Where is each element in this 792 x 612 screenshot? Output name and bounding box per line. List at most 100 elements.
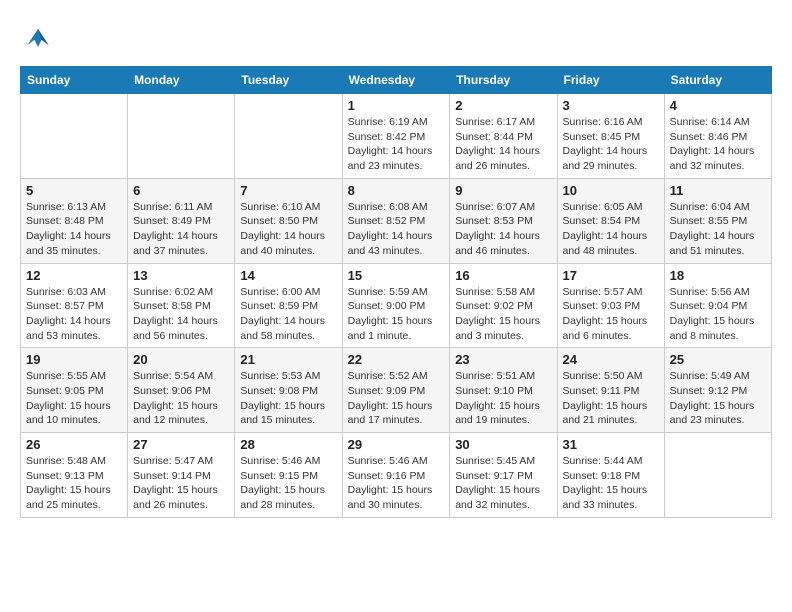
page-header [20, 20, 772, 56]
calendar-cell [21, 94, 128, 179]
day-info: Sunrise: 5:52 AM Sunset: 9:09 PM Dayligh… [348, 369, 445, 428]
day-number: 22 [348, 352, 445, 367]
week-row-5: 26 Sunrise: 5:48 AM Sunset: 9:13 PM Dayli… [21, 433, 772, 518]
day-info: Sunrise: 6:11 AM Sunset: 8:49 PM Dayligh… [133, 200, 229, 259]
calendar-cell: 2 Sunrise: 6:17 AM Sunset: 8:44 PM Daylig… [450, 94, 557, 179]
week-row-4: 19 Sunrise: 5:55 AM Sunset: 9:05 PM Dayli… [21, 348, 772, 433]
logo-icon [20, 20, 56, 56]
calendar-cell: 29Sunrise: 5:46 AM Sunset: 9:16 PM Dayli… [342, 433, 450, 518]
calendar-cell: 27 Sunrise: 5:47 AM Sunset: 9:14 PM Dayli… [128, 433, 235, 518]
calendar-cell [235, 94, 342, 179]
day-info: Sunrise: 5:44 AM Sunset: 9:18 PM Dayligh… [563, 454, 659, 513]
day-number: 23 [455, 352, 551, 367]
day-info: Sunrise: 6:10 AM Sunset: 8:50 PM Dayligh… [240, 200, 336, 259]
calendar-cell: 10Sunrise: 6:05 AM Sunset: 8:54 PM Dayli… [557, 178, 664, 263]
column-header-monday: Monday [128, 67, 235, 94]
day-info: Sunrise: 6:05 AM Sunset: 8:54 PM Dayligh… [563, 200, 659, 259]
day-number: 4 [670, 98, 766, 113]
day-number: 19 [26, 352, 122, 367]
day-number: 5 [26, 183, 122, 198]
calendar-cell: 11Sunrise: 6:04 AM Sunset: 8:55 PM Dayli… [664, 178, 771, 263]
calendar-cell: 13 Sunrise: 6:02 AM Sunset: 8:58 PM Dayli… [128, 263, 235, 348]
day-info: Sunrise: 6:19 AM Sunset: 8:42 PM Dayligh… [348, 115, 445, 174]
day-number: 15 [348, 268, 445, 283]
day-number: 13 [133, 268, 229, 283]
calendar-cell: 20 Sunrise: 5:54 AM Sunset: 9:06 PM Dayli… [128, 348, 235, 433]
week-row-2: 5 Sunrise: 6:13 AM Sunset: 8:48 PM Daylig… [21, 178, 772, 263]
week-row-1: 1 Sunrise: 6:19 AM Sunset: 8:42 PM Daylig… [21, 94, 772, 179]
day-number: 20 [133, 352, 229, 367]
day-info: Sunrise: 6:02 AM Sunset: 8:58 PM Dayligh… [133, 285, 229, 344]
day-info: Sunrise: 6:07 AM Sunset: 8:53 PM Dayligh… [455, 200, 551, 259]
day-info: Sunrise: 5:58 AM Sunset: 9:02 PM Dayligh… [455, 285, 551, 344]
day-number: 26 [26, 437, 122, 452]
week-row-3: 12 Sunrise: 6:03 AM Sunset: 8:57 PM Dayli… [21, 263, 772, 348]
day-info: Sunrise: 5:46 AM Sunset: 9:15 PM Dayligh… [240, 454, 336, 513]
calendar-table: SundayMondayTuesdayWednesdayThursdayFrid… [20, 66, 772, 518]
day-number: 29 [348, 437, 445, 452]
day-info: Sunrise: 6:13 AM Sunset: 8:48 PM Dayligh… [26, 200, 122, 259]
calendar-cell: 22 Sunrise: 5:52 AM Sunset: 9:09 PM Dayli… [342, 348, 450, 433]
day-info: Sunrise: 5:55 AM Sunset: 9:05 PM Dayligh… [26, 369, 122, 428]
day-info: Sunrise: 5:53 AM Sunset: 9:08 PM Dayligh… [240, 369, 336, 428]
logo [20, 20, 60, 56]
day-info: Sunrise: 5:50 AM Sunset: 9:11 PM Dayligh… [563, 369, 659, 428]
calendar-cell: 25 Sunrise: 5:49 AM Sunset: 9:12 PM Dayli… [664, 348, 771, 433]
calendar-cell: 24Sunrise: 5:50 AM Sunset: 9:11 PM Dayli… [557, 348, 664, 433]
calendar-cell: 12 Sunrise: 6:03 AM Sunset: 8:57 PM Dayli… [21, 263, 128, 348]
calendar-cell [128, 94, 235, 179]
day-info: Sunrise: 5:56 AM Sunset: 9:04 PM Dayligh… [670, 285, 766, 344]
calendar-cell: 31 Sunrise: 5:44 AM Sunset: 9:18 PM Dayli… [557, 433, 664, 518]
day-number: 1 [348, 98, 445, 113]
day-info: Sunrise: 5:45 AM Sunset: 9:17 PM Dayligh… [455, 454, 551, 513]
day-info: Sunrise: 5:54 AM Sunset: 9:06 PM Dayligh… [133, 369, 229, 428]
day-info: Sunrise: 6:03 AM Sunset: 8:57 PM Dayligh… [26, 285, 122, 344]
column-header-friday: Friday [557, 67, 664, 94]
day-info: Sunrise: 5:49 AM Sunset: 9:12 PM Dayligh… [670, 369, 766, 428]
column-header-thursday: Thursday [450, 67, 557, 94]
calendar-cell: 19 Sunrise: 5:55 AM Sunset: 9:05 PM Dayli… [21, 348, 128, 433]
day-info: Sunrise: 6:04 AM Sunset: 8:55 PM Dayligh… [670, 200, 766, 259]
day-number: 27 [133, 437, 229, 452]
day-number: 21 [240, 352, 336, 367]
day-info: Sunrise: 5:48 AM Sunset: 9:13 PM Dayligh… [26, 454, 122, 513]
calendar-cell: 8 Sunrise: 6:08 AM Sunset: 8:52 PM Daylig… [342, 178, 450, 263]
day-number: 2 [455, 98, 551, 113]
day-info: Sunrise: 6:17 AM Sunset: 8:44 PM Dayligh… [455, 115, 551, 174]
calendar-cell: 15Sunrise: 5:59 AM Sunset: 9:00 PM Dayli… [342, 263, 450, 348]
day-number: 28 [240, 437, 336, 452]
column-header-tuesday: Tuesday [235, 67, 342, 94]
day-number: 14 [240, 268, 336, 283]
calendar-cell: 30Sunrise: 5:45 AM Sunset: 9:17 PM Dayli… [450, 433, 557, 518]
calendar-cell [664, 433, 771, 518]
calendar-cell: 1 Sunrise: 6:19 AM Sunset: 8:42 PM Daylig… [342, 94, 450, 179]
calendar-cell: 21 Sunrise: 5:53 AM Sunset: 9:08 PM Dayli… [235, 348, 342, 433]
day-info: Sunrise: 6:08 AM Sunset: 8:52 PM Dayligh… [348, 200, 445, 259]
day-number: 8 [348, 183, 445, 198]
calendar-cell: 6 Sunrise: 6:11 AM Sunset: 8:49 PM Daylig… [128, 178, 235, 263]
header-row: SundayMondayTuesdayWednesdayThursdayFrid… [21, 67, 772, 94]
day-number: 31 [563, 437, 659, 452]
calendar-cell: 23 Sunrise: 5:51 AM Sunset: 9:10 PM Dayli… [450, 348, 557, 433]
day-number: 18 [670, 268, 766, 283]
column-header-sunday: Sunday [21, 67, 128, 94]
calendar-cell: 4 Sunrise: 6:14 AM Sunset: 8:46 PM Daylig… [664, 94, 771, 179]
calendar-cell: 3Sunrise: 6:16 AM Sunset: 8:45 PM Daylig… [557, 94, 664, 179]
calendar-cell: 9Sunrise: 6:07 AM Sunset: 8:53 PM Daylig… [450, 178, 557, 263]
calendar-cell: 18 Sunrise: 5:56 AM Sunset: 9:04 PM Dayli… [664, 263, 771, 348]
calendar-cell: 17Sunrise: 5:57 AM Sunset: 9:03 PM Dayli… [557, 263, 664, 348]
calendar-cell: 28 Sunrise: 5:46 AM Sunset: 9:15 PM Dayli… [235, 433, 342, 518]
day-info: Sunrise: 5:47 AM Sunset: 9:14 PM Dayligh… [133, 454, 229, 513]
calendar-cell: 26 Sunrise: 5:48 AM Sunset: 9:13 PM Dayli… [21, 433, 128, 518]
day-info: Sunrise: 5:57 AM Sunset: 9:03 PM Dayligh… [563, 285, 659, 344]
day-info: Sunrise: 6:14 AM Sunset: 8:46 PM Dayligh… [670, 115, 766, 174]
column-header-saturday: Saturday [664, 67, 771, 94]
day-number: 6 [133, 183, 229, 198]
day-number: 12 [26, 268, 122, 283]
day-info: Sunrise: 5:51 AM Sunset: 9:10 PM Dayligh… [455, 369, 551, 428]
calendar-cell: 14Sunrise: 6:00 AM Sunset: 8:59 PM Dayli… [235, 263, 342, 348]
day-number: 3 [563, 98, 659, 113]
day-number: 25 [670, 352, 766, 367]
column-header-wednesday: Wednesday [342, 67, 450, 94]
calendar-cell: 7Sunrise: 6:10 AM Sunset: 8:50 PM Daylig… [235, 178, 342, 263]
